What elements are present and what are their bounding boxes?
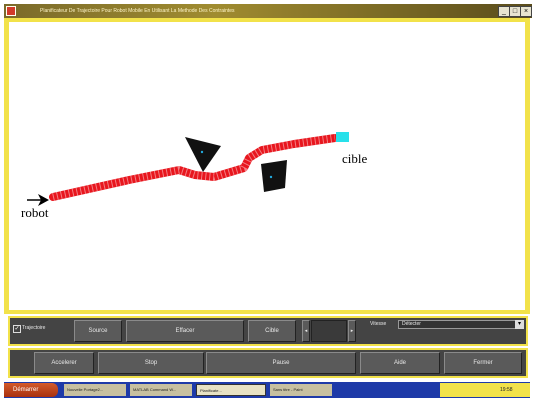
taskbar-clock: 19:58 [500,387,513,393]
stepper-left-button[interactable]: ◂ [302,320,310,342]
app-icon [6,6,16,16]
obstacle-center-marker [269,175,273,179]
simulation-canvas[interactable]: robot cible [9,22,525,310]
obstacle-center-marker [200,150,204,154]
taskbar-item[interactable]: MATLAB Command W... [130,384,192,396]
stepper-right-button[interactable]: ▸ [348,320,356,342]
chevron-down-icon[interactable]: ▾ [515,320,524,329]
erase-button[interactable]: Effacer [126,320,244,342]
speed-select-value: Détecter [402,321,421,327]
pause-button[interactable]: Pause [206,352,356,374]
accelerate-button[interactable]: Accelerer [34,352,94,374]
trajectory-checkbox[interactable]: ✓ [13,325,21,333]
robot-label: robot [21,205,49,220]
obstacle-quad[interactable] [261,160,287,192]
window-title: Planificateur De Trajectoire Pour Robot … [40,8,235,14]
close-icon[interactable]: × [520,6,532,17]
stepper-track[interactable] [311,320,347,342]
help-button[interactable]: Aide [360,352,440,374]
speed-label: Vitesse [370,321,387,327]
trajectory-label: Trajectoire [22,325,46,331]
stop-button[interactable]: Stop [98,352,204,374]
obstacle-triangle[interactable] [185,137,221,172]
scene-svg: robot cible [21,132,367,220]
target-marker[interactable] [336,132,349,142]
taskbar-item[interactable]: Sans titre - Paint [270,384,332,396]
target-label: cible [342,151,367,166]
taskbar-item[interactable]: Nouvelle Portage2... [64,384,126,396]
close-button[interactable]: Fermer [444,352,522,374]
target-button[interactable]: Cible [248,320,296,342]
source-button[interactable]: Source [74,320,122,342]
start-button[interactable]: Démarrer [4,383,58,397]
taskbar-item-active[interactable]: Planificate... [196,384,266,396]
